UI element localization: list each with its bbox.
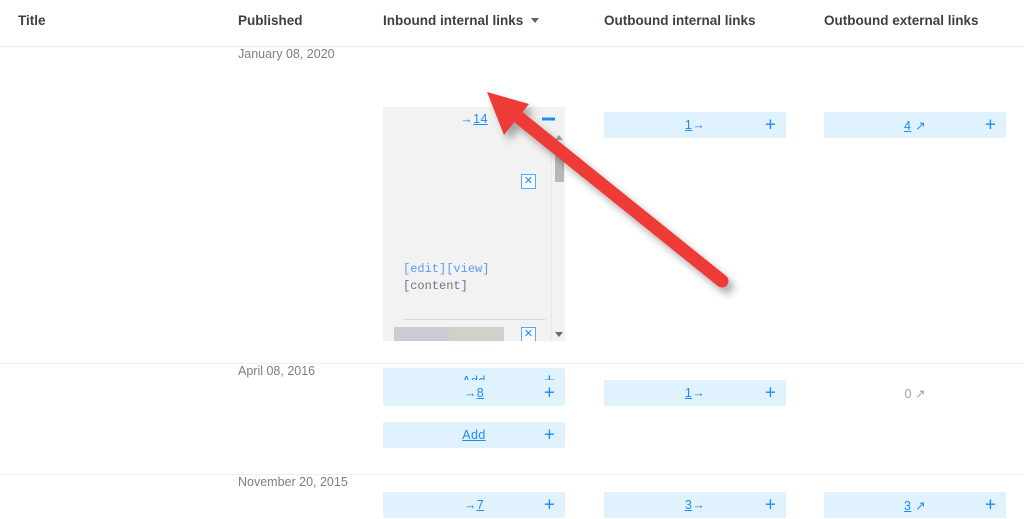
inbound-links-expander: →14 ✕ [edit][view] [content] ✕ xyxy=(383,107,565,341)
inbound-count-value: 14 xyxy=(473,112,488,126)
link-thumbnail[interactable] xyxy=(394,327,504,341)
column-header-inbound-internal-links[interactable]: Inbound internal links xyxy=(383,13,565,28)
external-arrow-icon: ↗ xyxy=(915,498,927,513)
cell-outbound-external: 3 ↗ + xyxy=(824,492,1006,518)
outbound-internal-links-pill[interactable]: 3→ + xyxy=(604,492,786,518)
column-header-title-label: Title xyxy=(18,13,46,28)
plus-icon: + xyxy=(543,424,555,446)
thumbnail-left-block xyxy=(394,327,449,341)
cell-outbound-internal: 1→ + xyxy=(604,380,786,406)
plus-icon: + xyxy=(543,494,555,516)
plus-icon: + xyxy=(984,494,996,516)
collapse-minus-icon[interactable] xyxy=(542,117,555,121)
column-header-outbound-external-label: Outbound external links xyxy=(824,13,979,28)
column-header-outbound-internal-links[interactable]: Outbound internal links xyxy=(604,13,786,28)
outbound-external-count-value: 3 xyxy=(903,498,912,513)
column-header-title[interactable]: Title xyxy=(18,13,233,28)
cell-inbound: →7 + xyxy=(383,492,565,518)
remove-link-button[interactable]: ✕ xyxy=(521,327,536,341)
inbound-arrow-icon: → xyxy=(460,112,474,126)
outbound-external-links-pill[interactable]: 3 ↗ + xyxy=(824,492,1006,518)
inbound-links-pill[interactable]: →8 + xyxy=(383,380,565,406)
plus-icon: + xyxy=(764,382,776,404)
outbound-arrow-icon: → xyxy=(692,498,706,512)
remove-link-button[interactable]: ✕ xyxy=(521,174,536,189)
outbound-external-count: 4 ↗ xyxy=(904,118,926,133)
cell-outbound-external: 0 ↗ xyxy=(824,386,1006,401)
outbound-external-count-value: 0 xyxy=(904,387,912,401)
inbound-count-value: 8 xyxy=(476,386,485,400)
table-header: Title Published Inbound internal links O… xyxy=(0,0,1024,47)
plus-icon: + xyxy=(764,494,776,516)
plus-icon: + xyxy=(764,114,776,136)
panel-divider xyxy=(403,319,546,320)
thumbnail-right-block xyxy=(449,327,504,341)
outbound-arrow-icon: → xyxy=(692,386,706,400)
plus-icon: + xyxy=(543,382,555,404)
outbound-internal-count: 3→ xyxy=(685,498,705,512)
outbound-internal-count: 1→ xyxy=(685,386,705,400)
external-arrow-icon: ↗ xyxy=(914,387,926,401)
inbound-links-count: →7 xyxy=(464,498,484,512)
link-audit-table-page: Title Published Inbound internal links O… xyxy=(0,0,1024,519)
panel-scrollbar[interactable] xyxy=(551,131,565,341)
inbound-arrow-icon: → xyxy=(463,498,477,512)
cell-outbound-internal: 3→ + xyxy=(604,492,786,518)
outbound-internal-links-pill[interactable]: 1→ + xyxy=(604,112,786,138)
cell-inbound: →8 + xyxy=(383,380,565,406)
inbound-arrow-icon: → xyxy=(463,386,477,400)
content-label: [content] xyxy=(403,279,468,293)
cell-published: April 08, 2016 xyxy=(238,364,378,378)
add-inbound-link-button[interactable]: Add + xyxy=(383,422,565,448)
edit-link[interactable]: [edit] xyxy=(403,262,446,276)
table-row: November 20, 2015 →7 + 3→ + 3 ↗ + xyxy=(0,475,1024,519)
scroll-down-arrow-icon[interactable] xyxy=(555,332,563,337)
sort-descending-icon[interactable] xyxy=(531,18,540,23)
inbound-count-value: 7 xyxy=(476,498,485,512)
table-row: April 08, 2016 →8 + Add + 1→ + 0 ↗ xyxy=(0,364,1024,475)
cell-published: January 08, 2020 xyxy=(238,47,378,61)
scrollbar-thumb[interactable] xyxy=(555,145,564,182)
table-row: January 08, 2020 →14 ✕ [edit][view] [con… xyxy=(0,47,1024,394)
outbound-external-count-value: 4 xyxy=(903,118,912,133)
outbound-external-links-pill[interactable]: 4 ↗ + xyxy=(824,112,1006,138)
cell-outbound-external: 4 ↗ + xyxy=(824,112,1006,138)
outbound-internal-count: 1→ xyxy=(685,118,705,132)
add-label: Add xyxy=(462,428,486,442)
inbound-links-expander-body: ✕ [edit][view] [content] ✕ xyxy=(383,131,565,341)
column-header-published-label: Published xyxy=(238,13,303,28)
outbound-arrow-icon: → xyxy=(692,118,706,132)
link-entry-actions: [edit][view] [content] xyxy=(403,261,489,295)
inbound-links-count[interactable]: →14 xyxy=(460,112,488,126)
cell-published: November 20, 2015 xyxy=(238,475,378,489)
cell-outbound-internal: 1→ + xyxy=(604,112,786,138)
published-date: April 08, 2016 xyxy=(238,364,316,378)
outbound-external-count: 0 ↗ xyxy=(824,386,1006,401)
column-header-outbound-external-links[interactable]: Outbound external links xyxy=(824,13,1006,28)
plus-icon: + xyxy=(984,114,996,136)
published-date: November 20, 2015 xyxy=(238,475,348,489)
scroll-up-arrow-icon[interactable] xyxy=(555,135,563,140)
inbound-links-pill[interactable]: →7 + xyxy=(383,492,565,518)
column-header-published[interactable]: Published xyxy=(238,13,378,28)
inbound-links-count: →8 xyxy=(464,386,484,400)
view-link[interactable]: [view] xyxy=(446,262,489,276)
external-arrow-icon: ↗ xyxy=(915,118,927,133)
inbound-links-expander-header[interactable]: →14 xyxy=(383,107,565,131)
outbound-external-count: 3 ↗ xyxy=(904,498,926,513)
column-header-outbound-internal-label: Outbound internal links xyxy=(604,13,756,28)
outbound-internal-links-pill[interactable]: 1→ + xyxy=(604,380,786,406)
column-header-inbound-label: Inbound internal links xyxy=(383,13,524,28)
published-date: January 08, 2020 xyxy=(238,47,335,61)
